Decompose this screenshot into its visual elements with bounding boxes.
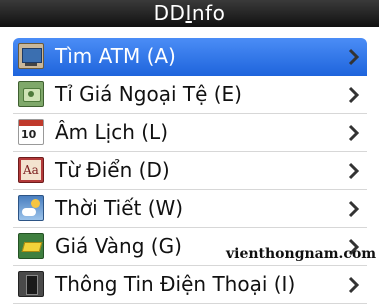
menu-item-label: Giá Vàng (G)	[55, 234, 182, 258]
menu-item-label: Thời Tiết (W)	[55, 196, 184, 220]
menu-item-label: Tỉ Giá Ngoại Tệ (E)	[55, 82, 242, 106]
menu-item-exchange-rate[interactable]: Tỉ Giá Ngoại Tệ (E)	[13, 76, 367, 114]
menu-item-phone-info[interactable]: Thông Tin Điện Thoại (I)	[13, 266, 367, 304]
weather-icon	[18, 195, 44, 221]
watermark-text: vienthongnam.com	[226, 246, 377, 262]
menu-item-dictionary[interactable]: Aa Từ Điển (D)	[13, 152, 367, 190]
menu-item-label: Tìm ATM (A)	[55, 44, 176, 68]
menu-item-label: Từ Điển (D)	[55, 158, 170, 182]
app-title-prefix: DD	[153, 1, 186, 25]
menu-item-find-atm[interactable]: Tìm ATM (A)	[13, 38, 367, 76]
chevron-right-icon	[343, 199, 363, 219]
chevron-right-icon	[343, 275, 363, 295]
chevron-right-icon	[343, 85, 363, 105]
dictionary-icon: Aa	[18, 157, 44, 183]
calendar-icon: 10	[18, 119, 44, 145]
chevron-right-icon	[343, 47, 363, 67]
atm-card-icon	[18, 43, 44, 69]
menu-item-lunar-calendar[interactable]: 10 Âm Lịch (L)	[13, 114, 367, 152]
menu-item-label: Thông Tin Điện Thoại (I)	[55, 272, 296, 296]
phone-info-icon	[18, 271, 44, 297]
menu-item-weather[interactable]: Thời Tiết (W)	[13, 190, 367, 228]
chevron-right-icon	[343, 161, 363, 181]
title-bar: DDInfo	[0, 0, 379, 27]
gold-bar-icon	[18, 233, 44, 259]
app-title-suffix: nfo	[191, 1, 226, 25]
menu-list: Tìm ATM (A) Tỉ Giá Ngoại Tệ (E) 10 Âm Lị…	[13, 38, 367, 304]
menu-item-label: Âm Lịch (L)	[55, 120, 168, 144]
currency-note-icon	[18, 81, 44, 107]
chevron-right-icon	[343, 123, 363, 143]
